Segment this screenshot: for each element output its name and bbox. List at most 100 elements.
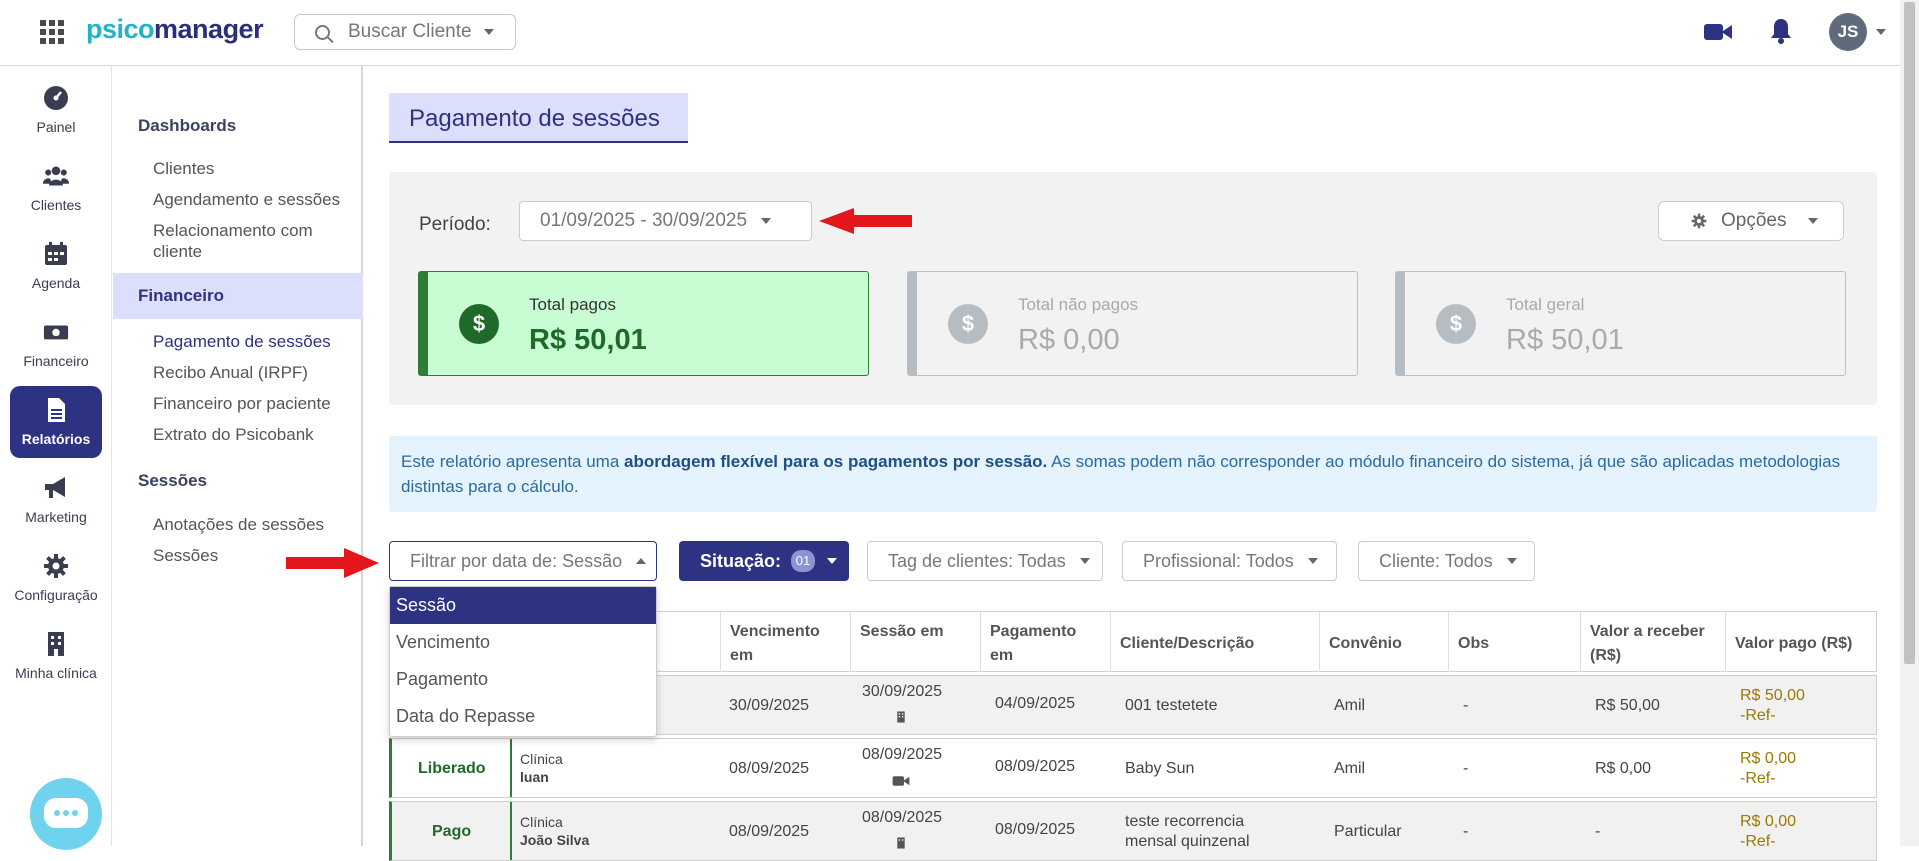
cell-pagamento: 08/09/2025 <box>995 758 1076 775</box>
search-placeholder: Buscar Cliente <box>348 21 472 42</box>
cell-cliente: Baby Sun <box>1125 760 1195 777</box>
building-icon <box>48 632 64 656</box>
cell-ref-link[interactable]: -Ref- <box>1740 706 1776 726</box>
submenu-link-relacionamento[interactable]: Relacionamento com cliente <box>153 220 353 262</box>
logo-part-1: psico <box>86 14 155 44</box>
dollar-coin-icon: $ <box>459 304 499 344</box>
cell-vencimento: 08/09/2025 <box>729 760 810 777</box>
options-label: Opções <box>1721 210 1787 231</box>
nav-agenda[interactable]: Agenda <box>10 230 102 302</box>
nav-label: Marketing <box>25 509 87 525</box>
cell-convenio: Particular <box>1334 823 1402 840</box>
filter-profissional-select[interactable]: Profissional: Todos <box>1122 541 1337 581</box>
filter-cliente-label: Cliente: Todos <box>1379 550 1493 571</box>
dropdown-option-data-repasse[interactable]: Data do Repasse <box>390 698 656 735</box>
submenu-link-agendamento[interactable]: Agendamento e sessões <box>153 189 340 210</box>
chevron-down-icon <box>1079 558 1090 564</box>
submenu-link-financeiro-paciente[interactable]: Financeiro por paciente <box>153 393 331 414</box>
table-row[interactable]: Liberado Clínica luan 08/09/2025 08/09/2… <box>389 738 1877 798</box>
cell-cliente: 001 testetete <box>1125 697 1218 714</box>
cell-sessao: 08/09/2025 <box>862 746 943 763</box>
building-icon <box>897 711 905 723</box>
chevron-up-icon <box>636 558 647 564</box>
notification-bell-icon[interactable] <box>1770 18 1792 44</box>
page-scrollbar[interactable] <box>1900 0 1919 846</box>
cell-vencimento: 08/09/2025 <box>729 823 810 840</box>
card-label: Total não pagos <box>1018 295 1139 314</box>
filter-cliente-select[interactable]: Cliente: Todos <box>1358 541 1535 581</box>
submenu-link-anotacoes[interactable]: Anotações de sessões <box>153 514 324 535</box>
status-badge: Liberado <box>418 760 486 777</box>
submenu-heading-dashboards: Dashboards <box>138 116 237 135</box>
nav-clientes[interactable]: Clientes <box>10 152 102 224</box>
dashboard-gauge-icon <box>44 86 68 110</box>
cell-ref-link[interactable]: -Ref- <box>1740 832 1776 852</box>
period-label: Período: <box>419 214 491 235</box>
video-camera-icon <box>892 776 910 786</box>
dollar-coin-icon: $ <box>948 304 988 344</box>
cell-sessao: 30/09/2025 <box>862 683 943 700</box>
cell-pagamento: 08/09/2025 <box>995 821 1076 838</box>
nav-configuracao[interactable]: Configuração <box>10 542 102 614</box>
scrollbar-thumb[interactable] <box>1904 2 1915 664</box>
nav-label: Financeiro <box>23 353 89 369</box>
cell-ref-link[interactable]: -Ref- <box>1740 769 1776 789</box>
nav-marketing[interactable]: Marketing <box>10 464 102 536</box>
card-label: Total pagos <box>529 295 616 314</box>
card-label: Total geral <box>1506 295 1585 314</box>
header-cliente[interactable]: Cliente/Descrição <box>1120 632 1254 656</box>
submenu-link-sessoes[interactable]: Sessões <box>153 545 218 566</box>
dropdown-option-pagamento[interactable]: Pagamento <box>390 661 656 698</box>
submenu-link-clientes[interactable]: Clientes <box>153 158 214 179</box>
total-paid-card: $ Total pagos R$ 50,01 <box>418 271 869 376</box>
apps-grid-icon[interactable] <box>40 20 64 44</box>
nav-painel[interactable]: Painel <box>10 74 102 146</box>
reports-submenu: Dashboards Clientes Agendamento e sessõe… <box>113 66 363 846</box>
submenu-link-recibo-anual[interactable]: Recibo Anual (IRPF) <box>153 362 308 383</box>
submenu-link-extrato-psicobank[interactable]: Extrato do Psicobank <box>153 424 314 445</box>
cell-valor-pago: R$ 0,00 <box>1740 813 1797 830</box>
header-sessao[interactable]: Sessão em <box>860 620 944 644</box>
status-badge: Pago <box>432 823 472 840</box>
nav-label: Painel <box>36 119 76 135</box>
chat-support-icon[interactable] <box>30 778 102 850</box>
nav-minha-clinica[interactable]: Minha clínica <box>10 620 102 692</box>
search-client-dropdown[interactable]: Buscar Cliente <box>294 14 516 50</box>
header-pagamento[interactable]: Pagamento em <box>990 620 1100 668</box>
table-row[interactable]: Pago Clínica João Silva 08/09/2025 08/09… <box>389 801 1877 861</box>
cell-sessao: 08/09/2025 <box>862 809 943 826</box>
filter-profissional-label: Profissional: Todos <box>1143 550 1294 571</box>
cell-valor-pago: R$ 0,00 <box>1740 750 1797 767</box>
filter-situacao-button[interactable]: Situação: 01 <box>679 541 849 581</box>
header-valor-pago[interactable]: Valor pago (R$) <box>1735 632 1852 656</box>
chevron-down-icon <box>1506 558 1517 564</box>
header-vencimento[interactable]: Vencimento em <box>730 620 840 668</box>
page-title: Pagamento de sessões <box>389 93 688 143</box>
filter-by-date-select[interactable]: Filtrar por data de: Sessão <box>389 541 657 581</box>
options-button[interactable]: Opções <box>1658 201 1844 241</box>
period-date-range-select[interactable]: 01/09/2025 - 30/09/2025 <box>519 201 812 241</box>
nav-relatorios[interactable]: Relatórios <box>10 386 102 458</box>
building-icon <box>897 837 905 849</box>
header-obs[interactable]: Obs <box>1458 632 1489 656</box>
cell-obs: - <box>1463 760 1469 777</box>
cell-valor-receber: R$ 50,00 <box>1595 697 1660 714</box>
cell-cliente: teste recorrencia mensal quinzenal <box>1125 813 1250 850</box>
dropdown-option-vencimento[interactable]: Vencimento <box>390 624 656 661</box>
submenu-link-pagamento-sessoes[interactable]: Pagamento de sessões <box>153 331 331 352</box>
chevron-down-icon <box>761 218 772 224</box>
header-valor-receber[interactable]: Valor a receber (R$) <box>1590 620 1720 668</box>
user-menu-chevron-icon[interactable] <box>1876 29 1886 35</box>
logo[interactable]: psicomanager <box>86 14 264 45</box>
period-summary-panel: Período: 01/09/2025 - 30/09/2025 Opções … <box>389 172 1877 405</box>
header-convenio[interactable]: Convênio <box>1329 632 1402 656</box>
filter-tags-select[interactable]: Tag de clientes: Todas <box>867 541 1103 581</box>
dropdown-option-sessao[interactable]: Sessão <box>390 587 656 624</box>
annotation-arrow-left-icon <box>819 208 912 234</box>
nav-financeiro[interactable]: Financeiro <box>10 308 102 380</box>
megaphone-icon <box>45 477 65 498</box>
user-avatar[interactable]: JS <box>1829 13 1867 51</box>
video-camera-icon[interactable] <box>1704 22 1732 42</box>
cell-obs: - <box>1463 823 1469 840</box>
period-value: 01/09/2025 - 30/09/2025 <box>540 210 748 231</box>
